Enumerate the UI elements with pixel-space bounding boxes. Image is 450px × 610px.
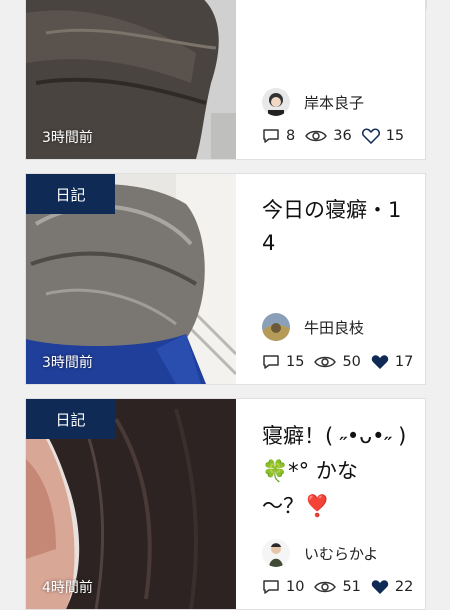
post-stats: 8 36 15 xyxy=(262,128,414,144)
author-avatar[interactable] xyxy=(262,313,290,341)
category-tag[interactable]: 日記 xyxy=(26,174,115,214)
post-card[interactable]: 日記 3時間前 今日の寝癖・14 牛田良枝 15 50 17 xyxy=(25,173,426,385)
author-name[interactable]: 牛田良枝 xyxy=(304,317,364,338)
eye-icon xyxy=(314,356,337,368)
eye-icon xyxy=(305,130,328,142)
heart-outline-icon[interactable] xyxy=(361,128,380,144)
post-thumbnail[interactable]: 日記 3時間前 xyxy=(26,174,236,384)
author-name[interactable]: いむらかよ xyxy=(304,543,378,564)
post-time: 3時間前 xyxy=(42,130,93,146)
comment-icon xyxy=(263,580,279,594)
comment-count[interactable]: 10 xyxy=(262,579,304,595)
author-avatar[interactable] xyxy=(262,539,290,567)
heart-filled-icon[interactable] xyxy=(371,354,389,370)
post-time: 4時間前 xyxy=(42,580,93,596)
author-name[interactable]: 岸本良子 xyxy=(304,92,364,113)
view-count: 50 xyxy=(314,354,361,370)
post-thumbnail[interactable]: 3時間前 xyxy=(26,0,236,159)
post-title[interactable]: 今日の寝癖・14 xyxy=(262,194,411,260)
post-stats: 15 50 17 xyxy=(262,354,423,370)
post-time: 3時間前 xyxy=(42,355,93,371)
author-avatar[interactable] xyxy=(262,88,290,116)
category-tag[interactable]: 日記 xyxy=(26,399,115,439)
comment-icon xyxy=(263,129,279,143)
view-count: 51 xyxy=(314,579,361,595)
author[interactable]: 岸本良子 xyxy=(262,88,364,116)
comment-count[interactable]: 8 xyxy=(262,128,295,144)
eye-icon xyxy=(314,581,337,593)
comment-icon xyxy=(263,355,279,369)
view-count: 36 xyxy=(305,128,352,144)
comment-count[interactable]: 15 xyxy=(262,354,304,370)
author[interactable]: いむらかよ xyxy=(262,539,378,567)
post-title[interactable]: 寝癖！( ˶•ᴗ•˶ )🍀*° かな～？❣️ xyxy=(262,419,411,524)
post-thumbnail[interactable]: 日記 4時間前 xyxy=(26,399,236,609)
post-card[interactable]: 日記 4時間前 寝癖！( ˶•ᴗ•˶ )🍀*° かな～？❣️ いむらかよ 10 … xyxy=(25,398,426,610)
author[interactable]: 牛田良枝 xyxy=(262,313,364,341)
like-count[interactable]: 22 xyxy=(371,579,413,595)
post-card[interactable]: 3時間前 岸本良子 8 36 15 xyxy=(25,0,426,160)
post-stats: 10 51 22 xyxy=(262,579,423,595)
like-count[interactable]: 15 xyxy=(361,128,404,144)
like-count[interactable]: 17 xyxy=(371,354,413,370)
heart-filled-icon[interactable] xyxy=(371,579,389,595)
